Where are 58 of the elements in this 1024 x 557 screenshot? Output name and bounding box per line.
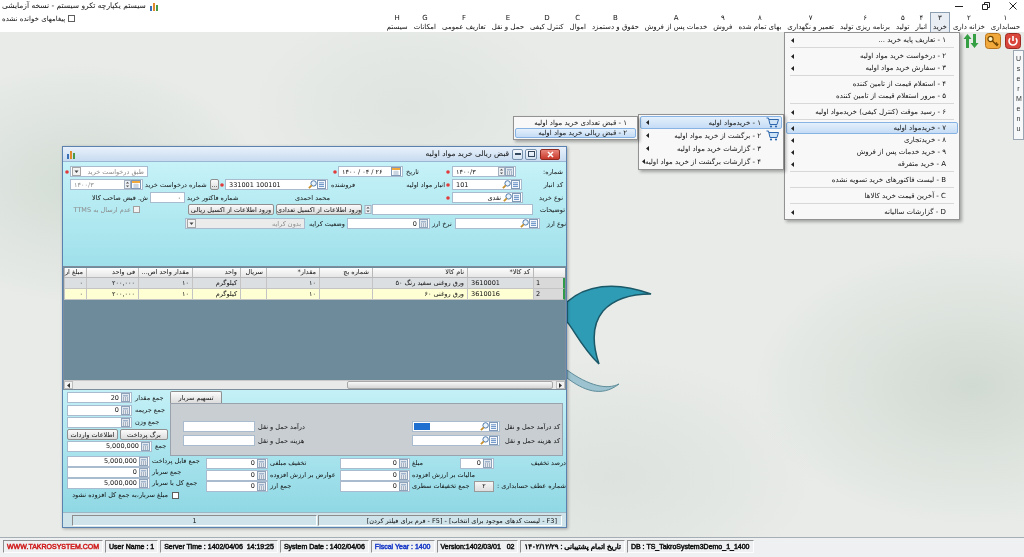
freight-code-field[interactable] <box>412 421 500 432</box>
grid-corner <box>533 268 565 278</box>
restore-icon[interactable] <box>981 1 991 11</box>
calculator-icon[interactable] <box>505 167 514 176</box>
list-icon[interactable] <box>529 219 538 228</box>
list-icon[interactable] <box>489 422 498 431</box>
calculator-icon[interactable] <box>419 219 428 228</box>
horizontal-scrollbar[interactable] <box>64 380 565 389</box>
scroll-right-icon[interactable] <box>559 382 562 388</box>
minimize-button[interactable] <box>512 148 523 160</box>
bar-chart-icon <box>66 149 75 159</box>
checkbox[interactable] <box>172 491 179 499</box>
close-icon[interactable] <box>1008 1 1018 11</box>
calculator-icon[interactable] <box>257 481 266 491</box>
list-icon[interactable] <box>511 180 520 189</box>
close-button[interactable] <box>540 148 560 160</box>
calculator-icon[interactable] <box>139 478 148 488</box>
search-icon[interactable] <box>502 180 511 189</box>
spinner-icon[interactable] <box>364 205 372 214</box>
calculator-icon[interactable] <box>257 458 266 468</box>
cart-icon <box>766 117 779 128</box>
calculator-icon[interactable] <box>483 458 492 468</box>
text-selection-icon <box>414 423 430 430</box>
calculator-icon[interactable] <box>399 458 408 468</box>
spinner-icon[interactable] <box>498 167 505 176</box>
list-icon[interactable] <box>489 436 498 445</box>
bar-chart-icon <box>148 1 158 11</box>
power-icon[interactable] <box>1005 33 1021 49</box>
list-icon[interactable] <box>512 193 521 202</box>
calendar-icon[interactable] <box>391 167 401 176</box>
search-icon[interactable] <box>480 422 489 431</box>
cart-icon <box>766 130 779 141</box>
list-icon[interactable] <box>317 180 326 189</box>
scrollbar-thumb[interactable] <box>347 381 553 389</box>
freight-code-field[interactable] <box>412 435 500 446</box>
calculator-icon[interactable] <box>139 456 148 466</box>
minimize-icon[interactable] <box>514 153 521 155</box>
calculator-icon[interactable] <box>121 405 130 415</box>
calculator-icon[interactable] <box>139 467 148 477</box>
total-field[interactable] <box>67 416 132 428</box>
freight-amount-field[interactable] <box>183 421 255 432</box>
key-icon[interactable] <box>985 33 1001 49</box>
search-icon[interactable] <box>520 219 529 228</box>
freight-amount-field[interactable] <box>183 435 255 446</box>
currency-field[interactable] <box>455 218 540 229</box>
search-icon[interactable] <box>503 193 512 202</box>
calculator-icon[interactable] <box>121 393 130 402</box>
search-icon[interactable] <box>480 436 489 445</box>
checkbox[interactable] <box>68 15 76 22</box>
calculator-icon[interactable] <box>141 441 150 451</box>
description-field[interactable] <box>372 204 533 215</box>
search-icon[interactable] <box>308 180 317 189</box>
scroll-left-icon[interactable] <box>67 382 70 388</box>
calculator-icon[interactable] <box>257 470 266 480</box>
calculator-icon[interactable] <box>399 470 408 480</box>
calculator-icon[interactable] <box>399 481 408 491</box>
calculator-icon[interactable] <box>121 417 130 427</box>
up-down-arrows-icon[interactable] <box>963 33 979 49</box>
